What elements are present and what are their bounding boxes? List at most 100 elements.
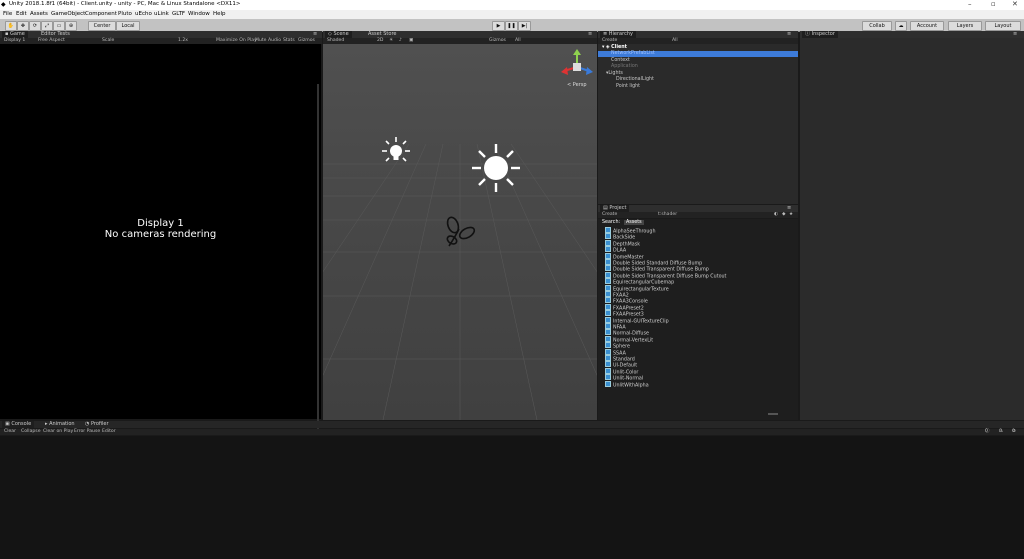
hierarchy-scene-root[interactable]: ▾ ◈ Client <box>602 45 627 50</box>
layers-dropdown[interactable]: Layers <box>948 21 982 31</box>
list-item[interactable]: AlphaSeeThrough <box>605 227 655 235</box>
project-create-dropdown[interactable]: Create <box>602 212 617 218</box>
list-item[interactable]: FXAA3Console <box>605 297 648 305</box>
filter-label-icon[interactable]: ◆ <box>782 212 786 218</box>
list-item[interactable]: BackSide <box>605 233 635 241</box>
collab-button[interactable]: Collab <box>862 21 892 31</box>
console-clear-on-play-toggle[interactable]: Clear on Play <box>43 429 73 435</box>
audio-source-plant-icon[interactable] <box>443 215 477 249</box>
project-search-input[interactable]: t:shader <box>658 212 677 218</box>
menu-gameobject[interactable]: GameObject <box>51 11 85 17</box>
list-item[interactable]: FXAAPreset3 <box>605 310 644 318</box>
list-item[interactable]: Normal-VertexLit <box>605 335 653 343</box>
point-light-icon[interactable] <box>380 135 412 167</box>
pivot-center-button[interactable]: Center <box>88 21 116 31</box>
menu-pluto[interactable]: Pluto <box>118 11 132 17</box>
console-log-area[interactable] <box>0 436 1024 559</box>
cloud-button[interactable]: ☁ <box>895 21 907 31</box>
tab-hierarchy[interactable]: ≣ Hierarchy <box>600 31 636 38</box>
list-item[interactable]: Internal-GUITextureClip <box>605 316 669 324</box>
console-clear-button[interactable]: Clear <box>4 429 16 435</box>
tab-inspector[interactable]: ⓘ Inspector <box>802 31 838 38</box>
hierarchy-item-networkprefablist[interactable]: NetworkPrefabList <box>611 51 655 56</box>
inspector-menu-icon[interactable]: ≡ <box>1010 31 1020 38</box>
console-editor-dropdown[interactable]: Editor <box>102 429 116 435</box>
menu-ulink[interactable]: uLink <box>154 11 169 17</box>
transform-tool-button[interactable]: ⊕ <box>65 21 77 31</box>
list-item[interactable]: Standard <box>605 355 635 363</box>
tab-profiler[interactable]: ◔ Profiler <box>82 421 112 428</box>
list-item[interactable]: Unlit-Color <box>605 367 638 375</box>
list-item[interactable]: DomeMaster <box>605 252 644 260</box>
tab-console[interactable]: ▣ Console <box>2 421 35 428</box>
menu-help[interactable]: Help <box>213 11 226 17</box>
console-error-pause-toggle[interactable]: Error Pause <box>74 429 100 435</box>
tab-asset-store[interactable]: Asset Store <box>365 31 399 38</box>
pause-button[interactable]: ❚❚ <box>505 21 518 31</box>
favorite-icon[interactable]: ★ <box>789 212 793 218</box>
scene-view[interactable]: < Persp <box>323 44 597 420</box>
collab-label: Collab <box>869 23 885 29</box>
tab-scene[interactable]: ◇ Scene <box>325 31 352 38</box>
list-item[interactable]: SSAA <box>605 348 626 356</box>
rect-tool-button[interactable]: ▭ <box>53 21 65 31</box>
close-icon[interactable]: ✕ <box>1012 0 1018 8</box>
menu-component[interactable]: Component <box>85 11 117 17</box>
list-item[interactable]: FXAA2 <box>605 291 629 299</box>
step-button[interactable]: ▶| <box>518 21 531 31</box>
list-item[interactable]: UI-Default <box>605 361 637 369</box>
menu-assets[interactable]: Assets <box>30 11 48 17</box>
hierarchy-item-application[interactable]: Application <box>611 64 638 69</box>
shader-icon <box>605 374 611 381</box>
hierarchy-menu-icon[interactable]: ≡ <box>784 31 794 38</box>
hierarchy-item-point-light[interactable]: Point light <box>616 84 640 89</box>
scale-tool-button[interactable]: ⤢ <box>41 21 53 31</box>
menu-edit[interactable]: Edit <box>16 11 27 17</box>
project-menu-icon[interactable]: ≡ <box>784 205 794 212</box>
console-collapse-toggle[interactable]: Collapse <box>21 429 41 435</box>
game-scrollbar[interactable] <box>317 84 319 429</box>
menu-gltf[interactable]: GLTF <box>172 11 185 17</box>
list-item[interactable]: Double Sided Transparent Diffuse Bump <box>605 265 709 273</box>
list-item[interactable]: Double Sided Transparent Diffuse Bump Cu… <box>605 271 726 279</box>
hand-tool-button[interactable]: ✋ <box>5 21 17 31</box>
hierarchy-item-lights[interactable]: ▾ Lights <box>606 71 623 76</box>
maximize-icon[interactable]: ▫ <box>991 0 996 8</box>
account-dropdown[interactable]: Account <box>910 21 944 31</box>
tab-animation[interactable]: ▸ Animation <box>42 421 78 428</box>
tab-editor-tests[interactable]: Editor Tests <box>38 31 73 38</box>
list-item[interactable]: Normal-Diffuse <box>605 329 649 337</box>
icon-size-slider[interactable] <box>768 413 778 415</box>
hierarchy-item-directionallight[interactable]: DirectionalLight <box>616 77 654 82</box>
filter-type-icon[interactable]: ◐ <box>774 212 778 218</box>
game-view[interactable]: Display 1 No cameras rendering <box>0 44 321 429</box>
minimize-icon[interactable]: – <box>968 0 972 8</box>
search-scope-assets-tab[interactable]: Assets <box>624 220 644 225</box>
scene-orientation-gizmo[interactable] <box>559 49 595 85</box>
persp-label[interactable]: < Persp <box>567 82 587 88</box>
list-item[interactable]: NFAA <box>605 323 626 331</box>
scene-panel-menu-icon[interactable]: ≡ <box>585 31 595 38</box>
list-item[interactable]: FXAAPreset2 <box>605 303 644 311</box>
list-item[interactable]: Unlit-Normal <box>605 374 643 382</box>
hierarchy-item-context[interactable]: Context <box>611 58 630 63</box>
move-tool-button[interactable]: ✥ <box>17 21 29 31</box>
panel-menu-icon[interactable]: ≡ <box>310 31 320 38</box>
list-item[interactable]: UnlitWithAlpha <box>605 380 649 388</box>
list-item[interactable]: Double Sided Standard Diffuse Bump <box>605 259 702 267</box>
menu-file[interactable]: File <box>3 11 12 17</box>
list-item[interactable]: EquirectangularTexture <box>605 284 669 292</box>
rotate-tool-button[interactable]: ⟳ <box>29 21 41 31</box>
tab-project[interactable]: ▤ Project <box>600 205 630 212</box>
menu-window[interactable]: Window <box>188 11 210 17</box>
directional-light-icon[interactable] <box>471 143 521 193</box>
list-item[interactable]: EquirectangularCubemap <box>605 278 674 286</box>
list-item[interactable]: Sphere <box>605 342 630 350</box>
pivot-local-button[interactable]: Local <box>116 21 140 31</box>
tab-game[interactable]: ▪ Game <box>2 31 28 38</box>
play-button[interactable]: ▶ <box>492 21 505 31</box>
list-item[interactable]: DepthMask <box>605 239 640 247</box>
menu-uecho[interactable]: uEcho <box>135 11 152 17</box>
list-item[interactable]: DLAA <box>605 246 626 254</box>
layout-dropdown[interactable]: Layout <box>985 21 1021 31</box>
